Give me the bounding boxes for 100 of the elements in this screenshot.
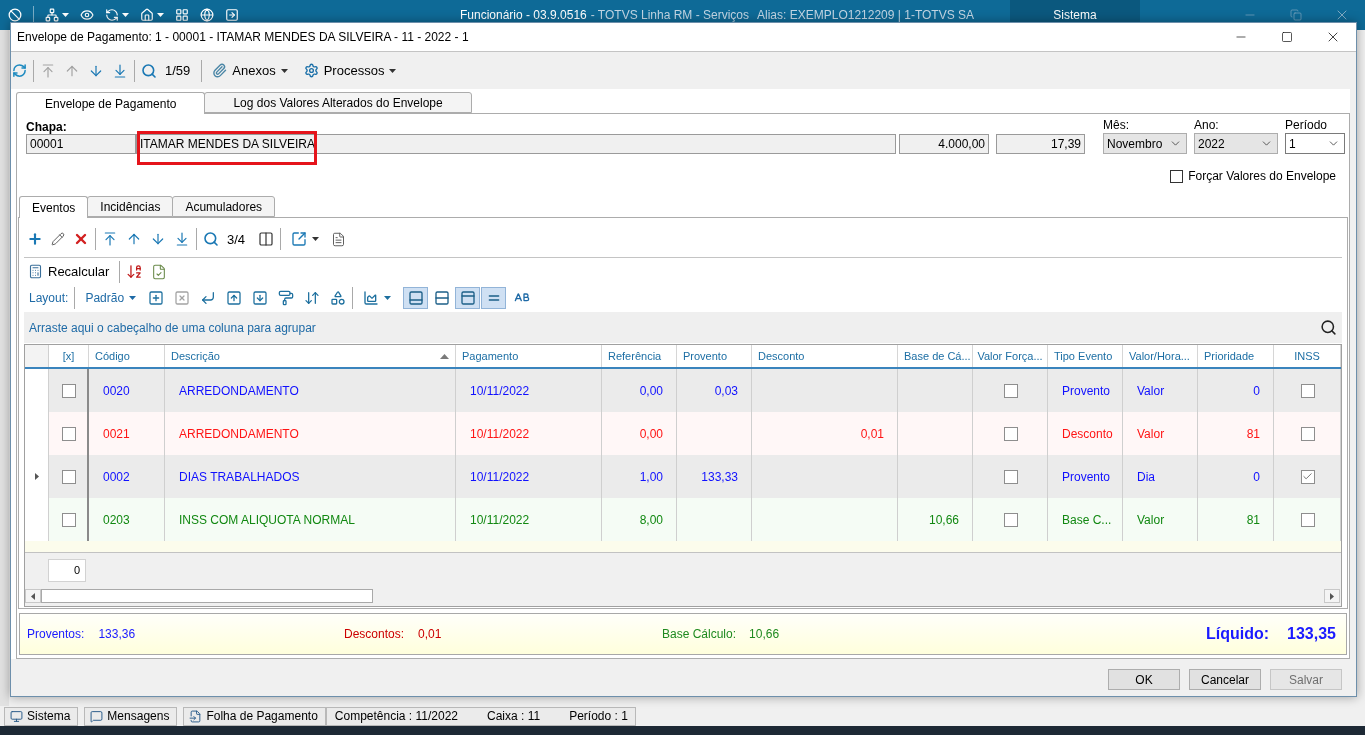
view-toggle[interactable] xyxy=(481,287,507,309)
checkbox[interactable] xyxy=(1003,426,1018,441)
delete-x-icon[interactable] xyxy=(73,231,89,247)
app-subtitle: - TOTVS Linha RM - Serviços xyxy=(590,8,750,22)
view-toggle[interactable] xyxy=(455,287,481,309)
horizontal-scrollbar[interactable] xyxy=(25,589,1341,603)
calculator-icon xyxy=(28,264,43,279)
checkbox[interactable] xyxy=(1300,383,1315,398)
circle-slash-icon[interactable] xyxy=(8,8,22,22)
caret-icon xyxy=(157,13,164,17)
field-label: Período xyxy=(1285,118,1329,132)
refresh-icon[interactable] xyxy=(12,63,27,78)
pencil-icon[interactable] xyxy=(51,232,65,246)
checkbox[interactable] xyxy=(1003,512,1018,527)
arrow-to-top-icon[interactable] xyxy=(102,231,118,247)
table-row[interactable]: 0020 ARREDONDAMENTO 10/11/2022 0,00 0,03 Provento Valor 0 xyxy=(25,369,1341,412)
caret-icon xyxy=(122,13,129,17)
recalculate-button[interactable]: Recalcular xyxy=(24,259,114,284)
tab[interactable]: Log dos Valores Alterados do Envelope xyxy=(204,92,472,113)
arrow-down-icon[interactable] xyxy=(150,231,166,247)
dialog-button[interactable]: Cancelar xyxy=(1189,669,1261,690)
grid-icon[interactable] xyxy=(175,8,189,22)
name-field[interactable]: ITAMAR MENDES DA SILVEIRA xyxy=(136,134,896,154)
group-panel[interactable]: Arraste aqui o cabeçalho de uma coluna para agrupar xyxy=(24,312,1342,343)
checkbox[interactable] xyxy=(61,469,76,484)
tab[interactable]: Incidências xyxy=(87,196,174,217)
record-counter: 3/4 xyxy=(227,231,246,247)
eye-icon[interactable] xyxy=(80,8,94,22)
tick-icon xyxy=(1302,471,1313,482)
column-header[interactable]: Referência xyxy=(602,345,677,367)
shapes-icon[interactable] xyxy=(330,290,347,306)
status-tab[interactable]: Folha de Pagamento xyxy=(183,706,326,726)
paint-roller-icon[interactable] xyxy=(278,290,295,306)
square-arrow-down-icon[interactable] xyxy=(252,290,269,306)
network-icon[interactable] xyxy=(45,8,59,22)
column-header[interactable]: Descrição xyxy=(165,345,456,367)
refresh-icon[interactable] xyxy=(105,8,119,22)
search-icon[interactable] xyxy=(1320,319,1337,336)
sort-az-icon[interactable] xyxy=(126,263,144,280)
home-icon[interactable] xyxy=(140,8,154,22)
menu-button[interactable]: Anexos xyxy=(208,58,292,83)
code-field[interactable]: 00001 xyxy=(26,134,136,154)
table-row[interactable]: 0203 INSS COM ALIQUOTA NORMAL 10/11/2022 8,00 10,66 Base C... Valor 81 xyxy=(25,498,1341,541)
amount-field[interactable]: 4.000,00 xyxy=(899,134,989,154)
view-toggle[interactable] xyxy=(403,287,429,309)
sort-arrows-icon[interactable] xyxy=(304,290,321,306)
column-header[interactable]: Desconto xyxy=(752,345,898,367)
column-header[interactable]: Valor Força... xyxy=(973,345,1048,367)
status-text: Competência : 11/2022 xyxy=(334,709,459,723)
column-header[interactable]: Tipo Evento xyxy=(1048,345,1123,367)
tab[interactable]: Eventos xyxy=(19,196,89,218)
checkbox[interactable] xyxy=(1300,512,1315,527)
column-header[interactable]: Prioridade xyxy=(1198,345,1274,367)
column-header[interactable]: [x] xyxy=(49,345,89,367)
checkbox[interactable] xyxy=(1300,469,1315,484)
checkbox[interactable] xyxy=(61,426,76,441)
dialog-title: Envelope de Pagamento: 1 - 00001 - ITAMAR MENDES DA SILVEIRA - 11 - 2022 - 1 xyxy=(16,30,469,44)
table-row[interactable]: 0002 DIAS TRABALHADOS 10/11/2022 1,00 133,33 Provento Dia 0 xyxy=(25,455,1341,498)
checkbox[interactable] xyxy=(61,383,76,398)
table-row[interactable]: 0021 ARREDONDAMENTO 10/11/2022 0,00 0,01 Desconto Valor 81 xyxy=(25,412,1341,455)
checkbox[interactable] xyxy=(1170,169,1184,183)
column-header[interactable]: Valor/Hora... xyxy=(1123,345,1198,367)
status-tab[interactable]: Mensagens xyxy=(84,706,178,726)
return-arrow-icon[interactable] xyxy=(200,290,217,306)
layout-preset-menu[interactable]: Padrão xyxy=(81,286,141,310)
dropdown[interactable]: 1 xyxy=(1285,133,1345,154)
menu-button[interactable]: Processos xyxy=(299,58,401,83)
status-tab[interactable]: Sistema xyxy=(4,706,79,726)
plus-icon[interactable] xyxy=(27,231,43,247)
arrow-to-bottom-icon[interactable] xyxy=(112,62,128,79)
group-hint: Arraste aqui o cabeçalho de uma coluna para agrupar xyxy=(29,320,316,335)
columns-icon[interactable] xyxy=(258,231,275,247)
document-icon[interactable] xyxy=(331,231,347,247)
field-label: Ano: xyxy=(1194,118,1220,132)
checkbox[interactable] xyxy=(61,512,76,527)
square-plus-icon[interactable] xyxy=(148,290,165,306)
speech-bubble-icon xyxy=(90,709,104,723)
scroll-right-button[interactable] xyxy=(1324,589,1340,603)
maximize-icon[interactable] xyxy=(1281,31,1293,43)
dialog-button[interactable]: OK xyxy=(1108,669,1180,690)
square-arrow-up-icon[interactable] xyxy=(226,290,243,306)
column-header[interactable]: Pagamento xyxy=(456,345,602,367)
tab[interactable]: Acumuladores xyxy=(172,196,276,217)
tab[interactable]: Envelope de Pagamento xyxy=(16,92,206,114)
scroll-left-button[interactable] xyxy=(25,589,41,603)
checkbox[interactable] xyxy=(1300,426,1315,441)
alias-label: Alias: EXEMPLO1212209 | 1-TOTVS SA xyxy=(757,8,975,22)
column-header[interactable]: Código xyxy=(89,345,165,367)
checkbox[interactable] xyxy=(1003,383,1018,398)
checkbox[interactable] xyxy=(1003,469,1018,484)
caret-icon xyxy=(312,237,320,241)
amount-field[interactable]: 17,39 xyxy=(996,134,1085,154)
scrollbar-thumb[interactable] xyxy=(41,589,373,603)
column-header[interactable]: INSS xyxy=(1274,345,1341,367)
column-header[interactable]: Provento xyxy=(677,345,752,367)
document-check-icon[interactable] xyxy=(151,263,168,280)
column-header[interactable]: Base de Cá... xyxy=(898,345,973,367)
arrow-to-bottom-icon[interactable] xyxy=(174,231,190,247)
globe-icon[interactable] xyxy=(200,8,214,22)
caret-icon xyxy=(389,68,397,73)
